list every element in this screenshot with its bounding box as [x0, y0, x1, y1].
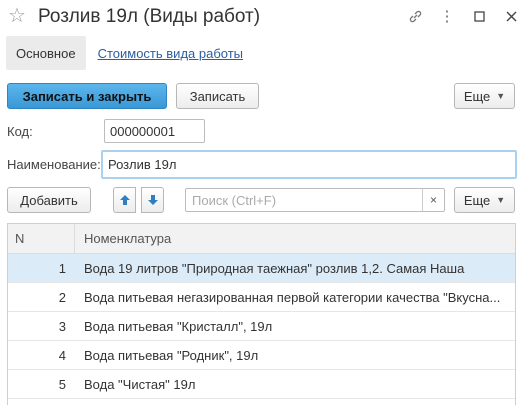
items-table: N Номенклатура 1 Вода 19 литров "Природн… — [7, 223, 516, 405]
row-number: 1 — [58, 260, 66, 276]
tab-main[interactable]: Основное — [6, 36, 86, 70]
row-number: 3 — [58, 318, 66, 334]
window-controls: ⋮ — [406, 6, 520, 26]
row-nomenclature: Вода питьевая негазированная первой кате… — [84, 289, 501, 305]
row-number: 5 — [58, 376, 66, 392]
clear-search-button[interactable]: × — [422, 189, 444, 211]
maximize-icon[interactable] — [470, 6, 488, 26]
move-down-button[interactable] — [141, 187, 164, 213]
arrow-down-icon — [147, 195, 158, 205]
link-icon[interactable] — [406, 6, 424, 26]
chevron-down-icon: ▼ — [496, 195, 506, 205]
column-header-n[interactable]: N — [8, 224, 75, 254]
more-button[interactable]: Еще ▼ — [454, 83, 515, 109]
row-nomenclature: Вода питьевая "Кристалл", 19л — [84, 318, 273, 334]
name-label: Наименование: — [7, 157, 101, 172]
more-label: Еще — [463, 88, 491, 104]
arrow-up-icon — [119, 195, 130, 205]
row-number: 2 — [58, 289, 66, 305]
column-header-nomenclature[interactable]: Номенклатура — [75, 231, 171, 246]
chevron-down-icon: ▼ — [496, 91, 506, 101]
save-and-close-button[interactable]: Записать и закрыть — [7, 83, 167, 109]
close-icon[interactable] — [502, 6, 520, 26]
table-more-label: Еще — [463, 192, 491, 208]
move-up-button[interactable] — [113, 187, 136, 213]
search-placeholder: Поиск (Ctrl+F) — [192, 193, 277, 208]
more-vertical-icon[interactable]: ⋮ — [438, 6, 456, 26]
save-button[interactable]: Записать — [176, 83, 259, 109]
row-nomenclature: Вода питьевая "Родник", 19л — [84, 347, 259, 363]
row-number: 4 — [58, 347, 66, 363]
table-row[interactable]: 3 Вода питьевая "Кристалл", 19л — [8, 312, 515, 341]
add-button[interactable]: Добавить — [7, 187, 91, 213]
form-tabs: Основное Стоимость вида работы — [6, 36, 243, 70]
favorite-star-icon[interactable]: ☆ — [8, 4, 26, 28]
table-header: N Номенклатура — [8, 224, 515, 254]
table-more-button[interactable]: Еще ▼ — [454, 187, 515, 213]
tab-cost-link[interactable]: Стоимость вида работы — [98, 46, 243, 61]
code-field[interactable]: 000000001 — [104, 119, 205, 143]
code-label: Код: — [7, 124, 33, 139]
row-nomenclature: Вода "Чистая" 19л — [84, 376, 196, 392]
table-row[interactable]: 2 Вода питьевая негазированная первой ка… — [8, 283, 515, 312]
search-input[interactable]: Поиск (Ctrl+F) × — [185, 188, 445, 212]
row-nomenclature: Вода 19 литров "Природная таежная" розли… — [84, 260, 465, 276]
table-row[interactable]: 1 Вода 19 литров "Природная таежная" роз… — [8, 254, 515, 283]
table-row[interactable]: 4 Вода питьевая "Родник", 19л — [8, 341, 515, 370]
window-titlebar: ☆ Розлив 19л (Виды работ) ⋮ — [0, 0, 528, 34]
window-title: Розлив 19л (Виды работ) — [38, 6, 261, 27]
table-row[interactable]: 5 Вода "Чистая" 19л — [8, 370, 515, 399]
name-field[interactable]: Розлив 19л — [101, 150, 517, 179]
